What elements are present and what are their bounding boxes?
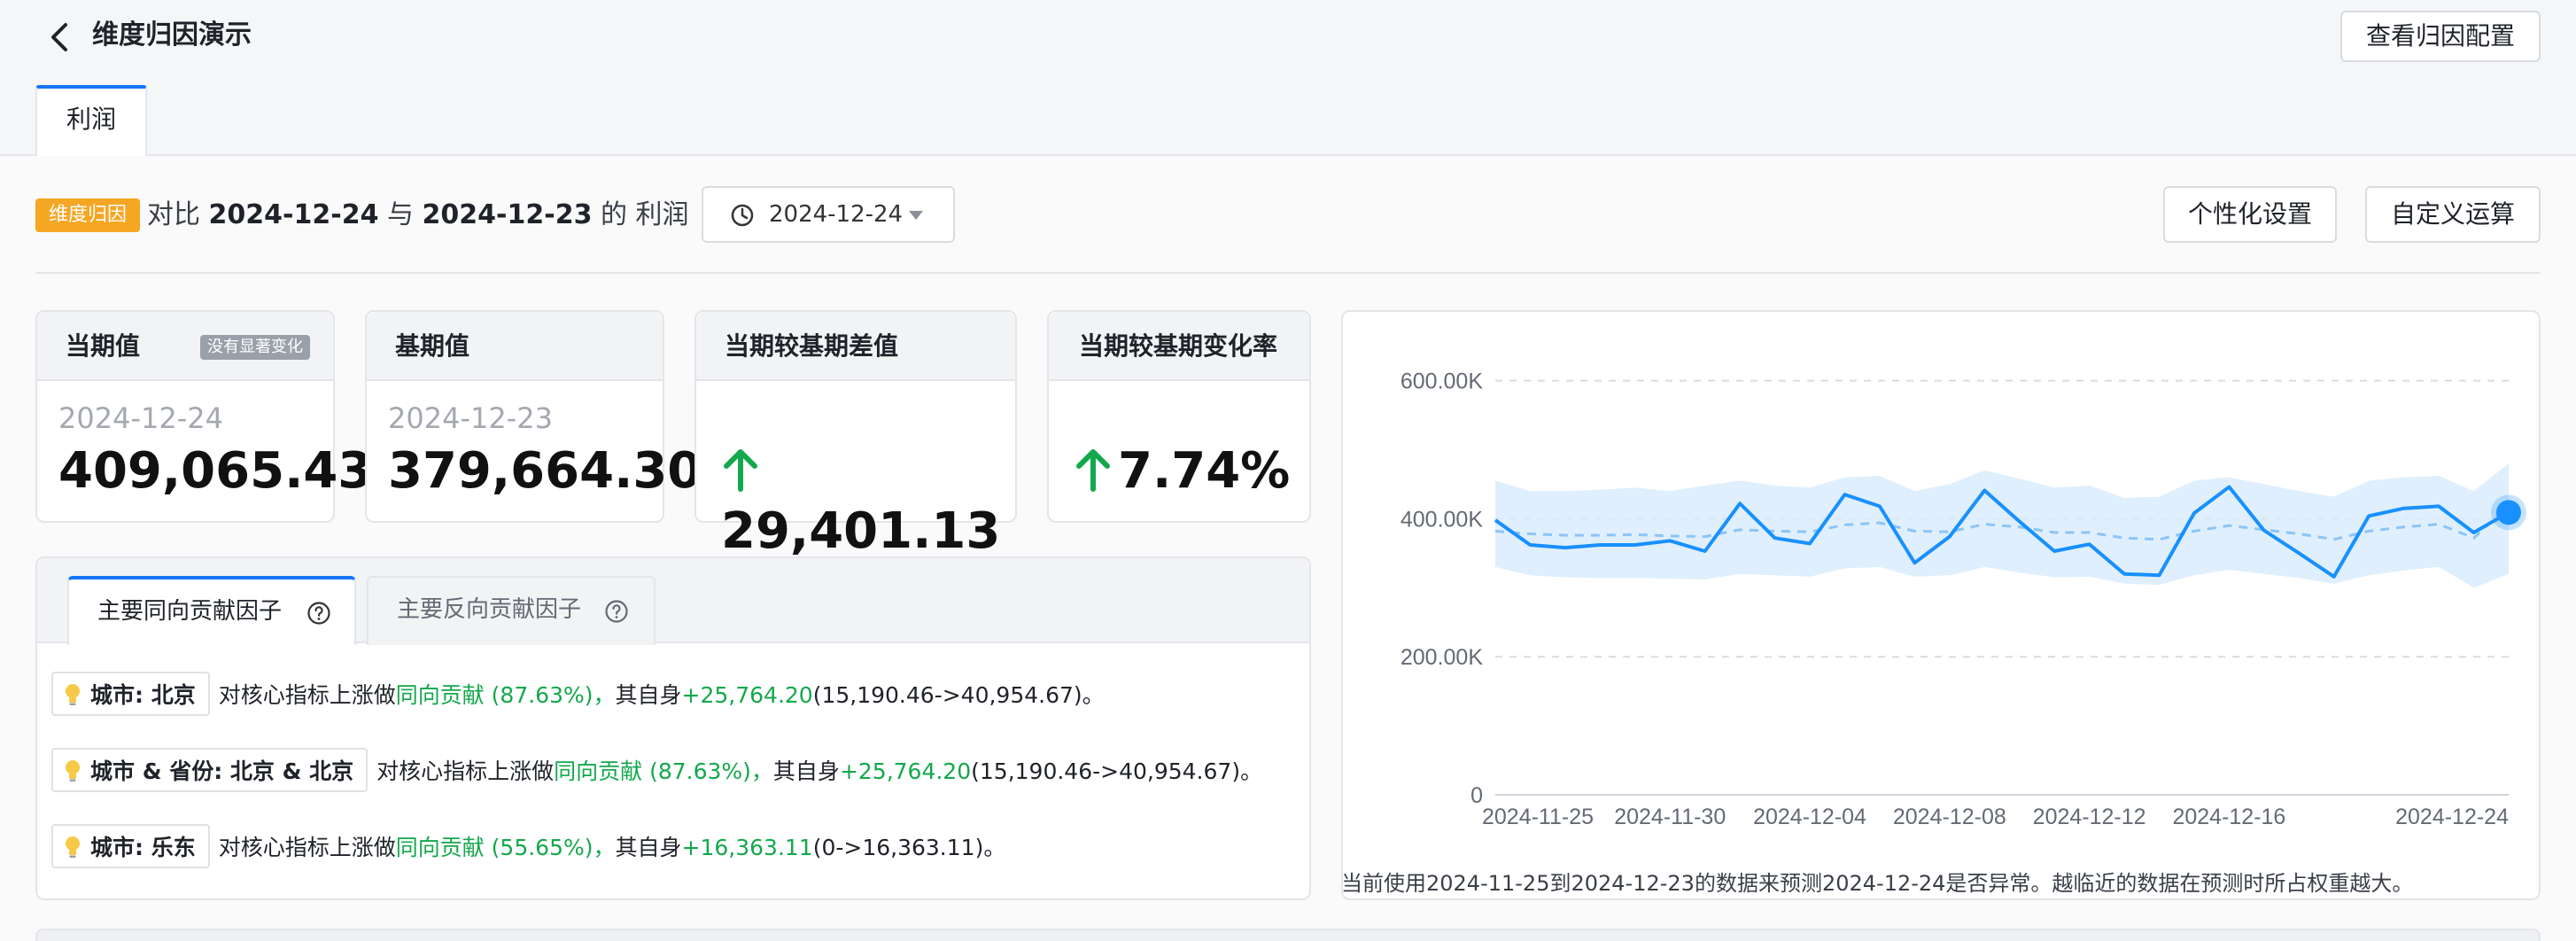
card-title: 当期值 <box>66 331 141 361</box>
compare-particle: 的 <box>601 199 627 230</box>
y-tick-label: 400.00K <box>1401 507 1483 532</box>
factor-text: 对核心指标上涨做 <box>218 835 396 860</box>
metric-name: 利润 <box>635 199 689 230</box>
factor-range: (15,190.46->40,954.67)。 <box>971 758 1263 784</box>
arrow-up-icon <box>724 449 757 492</box>
custom-calculation-button[interactable]: 自定义运算 <box>2365 186 2541 243</box>
factor-tabs: 主要同向贡献因子 主要反向贡献因子 <box>37 558 1309 645</box>
factor-contribution: 同向贡献 (55.65%)， <box>395 835 616 860</box>
dimension-tag[interactable]: 城市 & 省份: 北京 & 北京 <box>51 748 369 792</box>
x-tick-label: 2024-12-04 <box>1753 805 1866 829</box>
card-title: 当期较基期变化率 <box>1079 331 1278 361</box>
lightbulb-icon <box>66 684 80 705</box>
current-value: 409,065.43 <box>58 442 373 500</box>
factor-contribution: 同向贡献 (87.63%)， <box>395 682 616 708</box>
caret-down-icon <box>909 211 923 220</box>
card-date: 2024-12-23 <box>388 401 553 435</box>
comparison-title: 对比 2024-12-24 与 2024-12-23 的 利润 <box>147 193 689 237</box>
clock-icon <box>731 204 754 227</box>
arrow-up-icon <box>1076 449 1110 492</box>
view-attribution-config-button[interactable]: 查看归因配置 <box>2340 11 2541 62</box>
x-tick-label: 2024-12-08 <box>1893 805 2006 829</box>
dimension-tag-label: 城市 & 省份: 北京 & 北京 <box>90 758 354 784</box>
dimension-tag-label: 城市: 乐东 <box>90 835 196 860</box>
card-date: 2024-12-24 <box>58 401 223 435</box>
compare-connector: 与 <box>387 199 414 230</box>
top-bar: 维度归因演示 查看归因配置 利润 <box>0 0 2576 158</box>
dimension-tag[interactable]: 城市: 北京 <box>51 672 210 716</box>
dimension-attribution-badge: 维度归因 <box>35 198 140 232</box>
dimension-tag[interactable]: 城市: 乐东 <box>51 824 210 868</box>
lightbulb-icon <box>66 836 80 858</box>
confidence-band <box>1495 463 2509 588</box>
compare-prefix: 对比 <box>147 199 200 230</box>
card-header: 当期较基期差值 <box>696 312 1015 381</box>
tab-negative-factors[interactable]: 主要反向贡献因子 <box>367 576 656 645</box>
difference-value: 29,401.13 <box>721 502 1001 560</box>
x-tick-label: 2024-12-24 <box>2395 805 2509 829</box>
factor-text: 对核心指标上涨做 <box>218 682 396 708</box>
card-title: 基期值 <box>395 331 470 361</box>
factor-row: 城市: 北京 对核心指标上涨做同向贡献 (87.63%)，其自身+25,764.2… <box>51 672 1105 716</box>
change-rate-card: 当期较基期变化率 7.74% <box>1047 310 1311 523</box>
contributing-factors-panel: 主要同向贡献因子 主要反向贡献因子 城市: 北京 对核心指标上涨做同向贡献 (87… <box>35 556 1311 900</box>
factor-text: 对核心指标上涨做 <box>376 758 555 784</box>
factor-self-text: 其自身 <box>772 758 840 784</box>
trend-chart[interactable]: 600.00K 400.00K 200.00K 02024-11-25 2024-11-… <box>1343 312 2539 861</box>
factor-self-text: 其自身 <box>615 682 682 708</box>
factor-range: (0->16,363.11)。 <box>812 835 1006 860</box>
date-picker-value: 2024-12-24 <box>769 201 904 228</box>
back-arrow-icon[interactable] <box>44 19 76 55</box>
x-tick-label: 2024-12-12 <box>2033 805 2146 829</box>
change-rate-value: 7.74% <box>1118 442 1291 500</box>
highlight-point <box>2496 500 2521 525</box>
no-significant-change-badge: 没有显著变化 <box>200 335 310 360</box>
tab-positive-factors[interactable]: 主要同向贡献因子 <box>67 576 356 645</box>
x-tick-label: 2024-11-25 <box>1482 805 1594 829</box>
tab-label: 主要同向贡献因子 <box>97 598 283 625</box>
chart-footnote: 当前使用2024-11-25到2024-12-23的数据来预测2024-12-2… <box>1341 871 2414 896</box>
help-icon[interactable] <box>604 599 629 624</box>
factor-contribution: 同向贡献 (87.63%)， <box>554 758 773 784</box>
factor-delta: +25,764.20 <box>839 758 972 784</box>
tab-label: 主要反向贡献因子 <box>397 596 582 623</box>
factor-row: 城市 & 省份: 北京 & 北京 对核心指标上涨做同向贡献 (87.63%)，其自… <box>51 748 1262 792</box>
base-value-card: 基期值 2024-12-23 379,664.30 <box>365 310 702 523</box>
x-tick-label: 2024-12-16 <box>2172 805 2285 829</box>
section-divider <box>35 272 2541 274</box>
difference-card: 当期较基期差值 29,401.13 <box>694 310 1017 560</box>
current-value-card: 当期值 没有显著变化 2024-12-24 409,065.43 <box>35 310 372 523</box>
factor-range: (15,190.46->40,954.67)。 <box>812 682 1105 708</box>
next-section-edge <box>35 929 2541 941</box>
factor-row: 城市: 乐东 对核心指标上涨做同向贡献 (55.65%)，其自身+16,363.1… <box>51 824 1005 868</box>
personalize-settings-button[interactable]: 个性化设置 <box>2163 186 2337 243</box>
y-tick-label: 0 <box>1470 783 1483 808</box>
change-rate-row: 7.74% <box>1074 441 1290 502</box>
lightbulb-icon <box>66 760 80 782</box>
base-date-text: 2024-12-23 <box>422 199 593 230</box>
factor-delta: +25,764.20 <box>681 682 813 708</box>
y-tick-label: 600.00K <box>1401 369 1483 394</box>
factor-self-text: 其自身 <box>615 835 682 860</box>
card-header: 当期较基期变化率 <box>1049 312 1309 381</box>
card-header: 当期值 没有显著变化 <box>37 312 333 381</box>
dimension-tag-label: 城市: 北京 <box>90 682 196 708</box>
card-header: 基期值 <box>367 312 663 381</box>
current-date-text: 2024-12-24 <box>208 199 379 230</box>
trend-chart-panel: 600.00K 400.00K 200.00K 0 2024-11-25 2024-11-… <box>1341 310 2541 900</box>
help-icon[interactable] <box>306 601 331 626</box>
factor-delta: +16,363.11 <box>681 835 813 860</box>
difference-value-row: 29,401.13 <box>721 441 1015 562</box>
tab-profit[interactable]: 利润 <box>35 85 147 158</box>
x-tick-label: 2024-11-30 <box>1614 805 1726 829</box>
page-title: 维度归因演示 <box>92 19 252 51</box>
card-title: 当期较基期差值 <box>725 331 899 361</box>
date-picker[interactable]: 2024-12-24 <box>702 186 955 243</box>
y-tick-label: 200.00K <box>1401 645 1483 670</box>
base-value: 379,664.30 <box>388 442 702 500</box>
